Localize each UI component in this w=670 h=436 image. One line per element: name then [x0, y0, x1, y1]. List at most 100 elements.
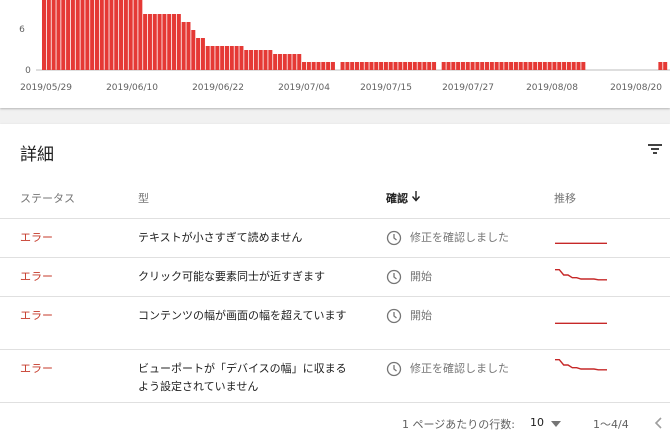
chart-bar	[470, 62, 475, 70]
chart-bar	[292, 54, 297, 70]
table-row[interactable]: エラー ビューポートが「デバイスの幅」に収まるよう設定されていません 修正を確認…	[0, 350, 670, 403]
chart-bar	[542, 62, 547, 70]
chart-bar	[215, 46, 220, 70]
chart-bar	[162, 14, 167, 70]
chart-bar	[138, 0, 143, 70]
chart-bar	[494, 62, 499, 70]
chart-bar	[663, 62, 668, 70]
clock-icon	[386, 361, 402, 377]
chart-bar	[658, 62, 663, 70]
chart-bar	[51, 0, 56, 70]
chart-bar	[109, 0, 114, 70]
chart-bar	[66, 0, 71, 70]
chart-bar	[345, 62, 350, 70]
chart-bar	[528, 62, 533, 70]
chart-bar	[451, 62, 456, 70]
chart-bar	[224, 46, 229, 70]
chart-bar	[157, 14, 162, 70]
chart-bar	[383, 62, 388, 70]
chart-bar	[446, 62, 451, 70]
clock-icon	[386, 230, 402, 246]
chart-bar	[220, 46, 225, 70]
chart-bar	[547, 62, 552, 70]
status-label: エラー	[20, 231, 53, 244]
table-row[interactable]: エラー テキストが小さすぎて読めません 修正を確認しました	[0, 219, 670, 258]
chart-bar	[181, 22, 186, 70]
chart-bar	[186, 22, 191, 70]
chart-bar	[403, 62, 408, 70]
chart-bar	[210, 46, 215, 70]
issue-type: ビューポートが「デバイスの幅」に収まるよう設定されていません	[138, 362, 347, 393]
details-card: 詳細 ステータス 型 確認 推移 エラー テキストが小さすぎて読めません 修正を…	[0, 124, 670, 436]
chart-bar	[456, 62, 461, 70]
chart-bar	[200, 38, 205, 70]
chart-bar	[321, 62, 326, 70]
chart-bar	[355, 62, 360, 70]
sort-down-arrow-icon[interactable]	[411, 190, 421, 202]
chart-bar	[234, 46, 239, 70]
status-label: エラー	[20, 309, 53, 322]
table-row[interactable]: エラー コンテンツの幅が画面の幅を超えています 開始	[0, 297, 670, 350]
chart-bar	[268, 50, 273, 70]
chart-bar	[316, 62, 321, 70]
chart-bar	[70, 0, 75, 70]
chart-bar	[398, 62, 403, 70]
trend-sparkline	[555, 269, 607, 281]
chart-bar	[56, 0, 61, 70]
x-tick-label: 2019/06/10	[106, 83, 158, 93]
chart-bar	[229, 46, 234, 70]
chart-bar	[499, 62, 504, 70]
chart-bar	[133, 0, 138, 70]
x-tick-label: 2019/07/15	[360, 83, 412, 93]
chart-bar	[123, 0, 128, 70]
chart-bar	[249, 50, 254, 70]
column-header-confirm[interactable]: 確認	[386, 190, 408, 206]
coverage-bar-chart: 6 0 2019/05/29 2019/06/10 2019/06/22 2019/0…	[19, 0, 670, 93]
status-label: エラー	[20, 270, 53, 283]
chart-bar	[306, 62, 311, 70]
chart-bar	[369, 62, 374, 70]
chart-bar	[196, 38, 201, 70]
chart-bar	[518, 62, 523, 70]
confirm-status: 修正を確認しました	[410, 231, 509, 244]
chart-bar	[523, 62, 528, 70]
column-header-trend[interactable]: 推移	[554, 190, 576, 206]
chart-bar	[114, 0, 119, 70]
chart-bar	[359, 62, 364, 70]
chart-bar	[513, 62, 518, 70]
bar-series	[42, 0, 668, 70]
chart-bar	[311, 62, 316, 70]
confirm-status: 修正を確認しました	[410, 362, 509, 375]
chart-bar	[374, 62, 379, 70]
table-row[interactable]: エラー クリック可能な要素同士が近すぎます 開始	[0, 258, 670, 297]
filter-icon[interactable]	[646, 140, 664, 158]
x-tick-label: 2019/08/08	[526, 83, 578, 93]
chart-bar	[258, 50, 263, 70]
chart-bar	[90, 0, 95, 70]
x-tick-label: 2019/08/20	[610, 83, 662, 93]
chart-bar	[287, 54, 292, 70]
dropdown-arrow-icon[interactable]	[551, 421, 561, 427]
chart-bar	[277, 54, 282, 70]
chart-bar	[364, 62, 369, 70]
chart-bar	[46, 0, 51, 70]
chart-bar	[99, 0, 104, 70]
chart-bar	[152, 14, 157, 70]
column-header-status[interactable]: ステータス	[20, 190, 75, 206]
column-header-type[interactable]: 型	[138, 190, 149, 206]
chart-bar	[557, 62, 562, 70]
chart-bar	[504, 62, 509, 70]
x-tick-label: 2019/07/27	[442, 83, 494, 93]
chart-bar	[340, 62, 345, 70]
details-title: 詳細	[20, 145, 54, 165]
clock-icon	[386, 308, 402, 324]
pagination-range: 1〜4/4	[593, 418, 629, 431]
chart-bar	[465, 62, 470, 70]
chart-bar	[427, 62, 432, 70]
rows-per-page-select[interactable]: 10	[530, 416, 544, 429]
confirm-status: 開始	[410, 270, 432, 283]
previous-page-icon[interactable]	[654, 416, 664, 430]
chart-bar	[407, 62, 412, 70]
chart-bar	[537, 62, 542, 70]
chart-bar	[432, 62, 437, 70]
